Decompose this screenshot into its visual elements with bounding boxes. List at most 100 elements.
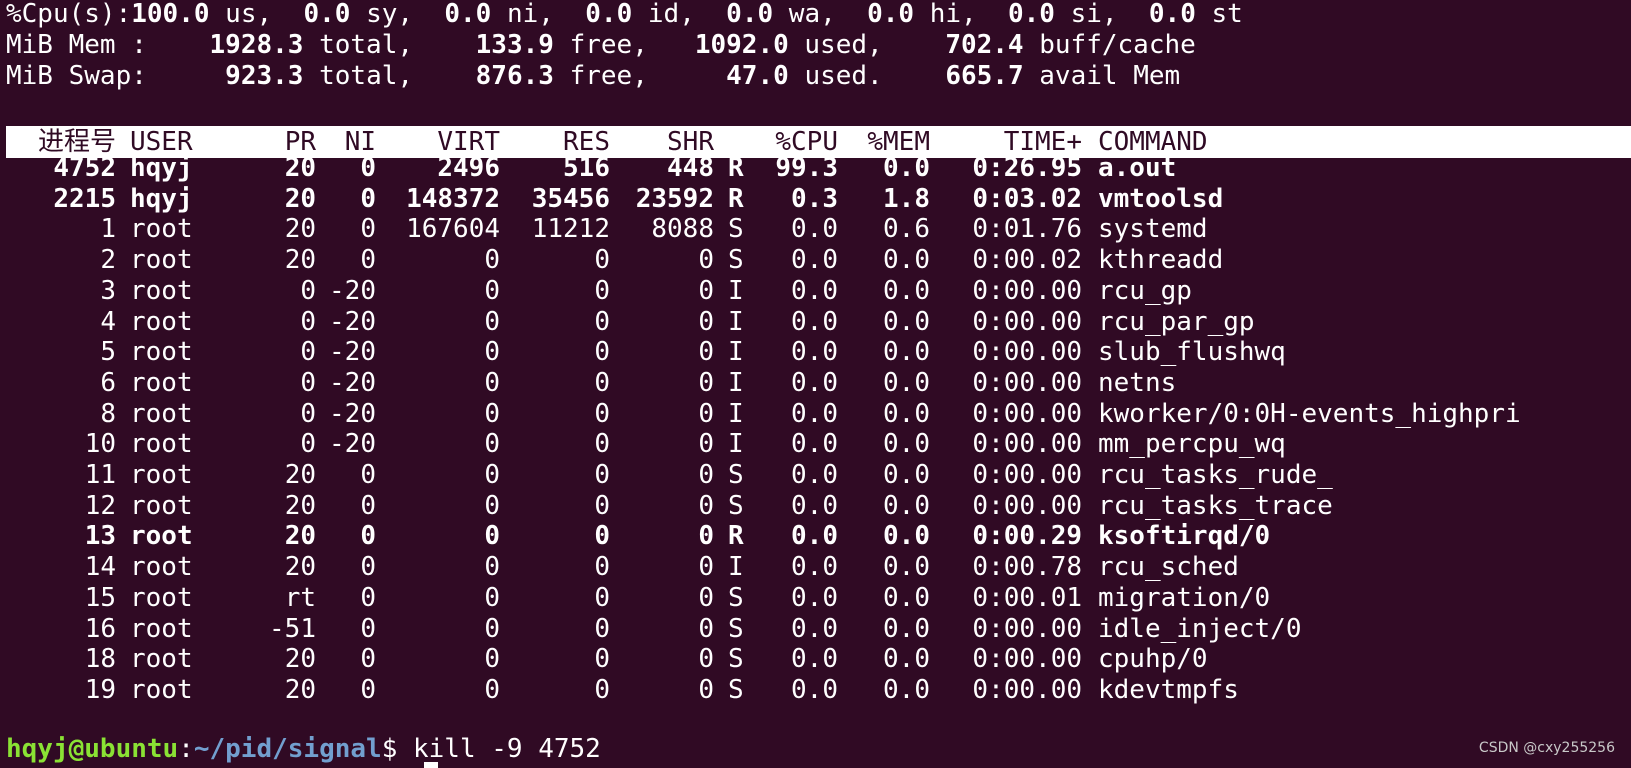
cell-pid: 8 [100,398,116,429]
process-row[interactable]: 1 root 20 0 167604 11212 8088 S 0.0 0.6 0:01.76 sys… [0,213,1631,245]
cpu-value: 0.0 [1007,0,1055,29]
cell-pid: 13 [84,521,116,552]
cell-pr: 20 [284,183,316,214]
process-row[interactable]: 2215 hqyj 20 0 148372 35456 23592 R 0.3 1.8 0:03.0… [0,183,1631,215]
cell-cpu: 0.0 [791,214,838,245]
process-row[interactable]: 11 root 20 0 0 0 0 S 0.0 0.0 0:00.00 rcu_tasks_rude… [0,459,1631,491]
cell-time: 0:00.01 [972,582,1082,613]
cell-virt: 0 [484,644,500,675]
cell-s: S [728,644,744,675]
shell-prompt-line[interactable]: hqyj@ubuntu:~/pid/signal$ kill -9 4752 [6,733,601,765]
cell-s: I [728,398,744,429]
cell-mem: 0.0 [883,552,930,583]
cell-ni: 0 [360,183,376,214]
cell-shr: 0 [698,306,714,337]
terminal-window[interactable]: %Cpu(s):100.0 us, 0.0 sy, 0.0 ni, 0.0 id… [0,0,1631,768]
cell-res: 0 [594,429,610,460]
cell-cpu: 0.0 [791,398,838,429]
cell-mem: 0.0 [883,644,930,675]
process-row[interactable]: 4752 hqyj 20 0 2496 516 448 R 99.3 0.0 0:26.95 a.ou… [0,152,1631,184]
process-row[interactable]: 13 root 20 0 0 0 0 R 0.0 0.0 0:00.29 ksoftirqd/0 [0,520,1631,552]
cell-cpu: 0.0 [791,674,838,705]
cell-time: 0:00.00 [972,398,1082,429]
process-row[interactable]: 14 root 20 0 0 0 0 I 0.0 0.0 0:00.78 rcu_sched [0,551,1631,583]
cell-command: netns [1098,367,1177,398]
process-row[interactable]: 10 root 0 -20 0 0 0 I 0.0 0.0 0:00.00 mm_percpu_wq [0,428,1631,460]
cell-user: root [130,337,193,368]
cell-time: 0:00.00 [972,613,1082,644]
cell-user: root [130,275,193,306]
cell-s: S [728,674,744,705]
cpu-label: %Cpu(s): [6,0,132,29]
process-row[interactable]: 5 root 0 -20 0 0 0 I 0.0 0.0 0:00.00 slub_flushwq [0,336,1631,368]
cpu-unit: wa, [773,0,852,29]
swap-label: MiB Swap: [6,61,147,91]
cpu-value: 0.0 [444,0,492,29]
cell-user: root [130,582,193,613]
cell-shr: 23592 [635,183,714,214]
process-row[interactable]: 8 root 0 -20 0 0 0 I 0.0 0.0 0:00.00 kworker/0:0H-e… [0,398,1631,430]
process-row[interactable]: 6 root 0 -20 0 0 0 I 0.0 0.0 0:00.00 netns [0,367,1631,399]
cell-time: 0:03.02 [972,183,1082,214]
cell-ni: 0 [360,490,376,521]
cell-ni: -20 [329,275,376,306]
process-row[interactable]: 16 root -51 0 0 0 0 S 0.0 0.0 0:00.00 idle_inject/0 [0,613,1631,645]
prompt-path: ~/pid/signal [193,734,382,764]
process-row[interactable]: 19 root 20 0 0 0 0 S 0.0 0.0 0:00.00 kdevtmpfs [0,674,1631,706]
cell-command: kthreadd [1098,245,1224,276]
prompt-separator: : [178,734,194,764]
cell-res: 0 [594,245,610,276]
cell-s: I [728,367,744,398]
cell-res: 11212 [531,214,610,245]
cell-time: 0:00.00 [972,275,1082,306]
cell-pr: 20 [284,214,316,245]
process-row[interactable]: 12 root 20 0 0 0 0 S 0.0 0.0 0:00.00 rcu_tasks_trac… [0,490,1631,522]
cell-user: root [130,674,193,705]
cell-res: 0 [594,674,610,705]
cpu-summary-line: %Cpu(s):100.0 us, 0.0 sy, 0.0 ni, 0.0 id… [6,0,1243,30]
cell-s: R [728,183,744,214]
cell-ni: 0 [360,521,376,552]
cell-ni: -20 [329,337,376,368]
process-row[interactable]: 15 root rt 0 0 0 0 S 0.0 0.0 0:00.01 migration/0 [0,582,1631,614]
cell-mem: 0.0 [883,245,930,276]
process-row[interactable]: 18 root 20 0 0 0 0 S 0.0 0.0 0:00.00 cpuhp/0 [0,643,1631,675]
cell-shr: 448 [667,153,714,183]
cell-mem: 0.0 [883,490,930,521]
mem-total-value: 1928.3 [209,30,304,60]
cell-pr: 0 [300,367,316,398]
cell-pr: 0 [300,429,316,460]
cell-command: mm_percpu_wq [1098,429,1286,460]
cell-s: S [728,245,744,276]
cell-ni: 0 [360,552,376,583]
cell-time: 0:00.00 [972,367,1082,398]
cpu-unit: hi, [914,0,993,29]
mem-cache-value: 702.4 [945,30,1024,60]
prompt-command-input[interactable]: kill -9 4752 [397,734,601,764]
cell-pr: rt [284,582,316,613]
cell-res: 0 [594,490,610,521]
swap-total-label: total, [319,61,414,91]
cell-s: R [728,521,744,552]
cell-virt: 0 [484,429,500,460]
cell-pr: 20 [284,460,316,490]
cell-command: a.out [1098,153,1177,183]
cell-shr: 0 [698,245,714,276]
cell-cpu: 99.3 [775,153,838,183]
cell-user: root [130,460,193,490]
cpu-unit: sy, [350,0,429,29]
process-row[interactable]: 3 root 0 -20 0 0 0 I 0.0 0.0 0:00.00 rcu_gp [0,275,1631,307]
cell-s: S [728,214,744,245]
cell-time: 0:00.00 [972,490,1082,521]
process-row[interactable]: 4 root 0 -20 0 0 0 I 0.0 0.0 0:00.00 rcu_par_gp [0,306,1631,338]
cell-cpu: 0.0 [791,337,838,368]
process-row[interactable]: 2 root 20 0 0 0 0 S 0.0 0.0 0:00.02 kthreadd [0,244,1631,276]
cell-cpu: 0.0 [791,245,838,276]
cell-pr: 20 [284,644,316,675]
cell-res: 0 [594,582,610,613]
cell-cpu: 0.0 [791,429,838,460]
cell-virt: 0 [484,521,500,552]
cell-shr: 0 [698,674,714,705]
cpu-value: 0.0 [867,0,915,29]
cell-command: rcu_sched [1098,552,1239,583]
